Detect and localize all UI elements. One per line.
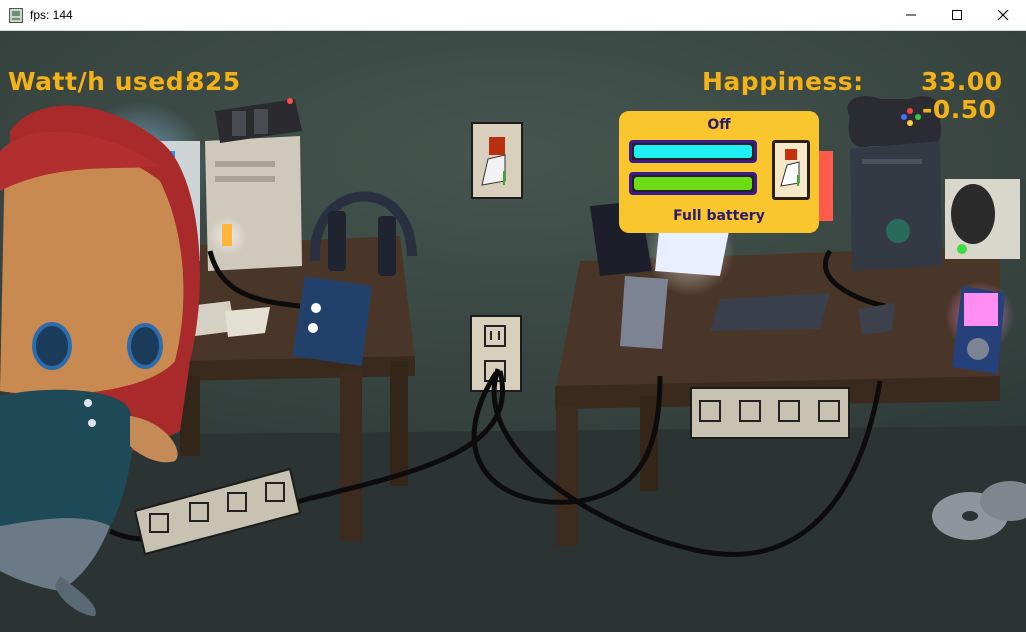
pc-tower[interactable] — [205, 136, 302, 271]
battery-status: Full battery — [673, 208, 765, 224]
speaker[interactable] — [945, 179, 1020, 259]
watt-label: Watt/h used: — [8, 67, 195, 96]
app-icon — [9, 8, 23, 23]
minimize-button[interactable] — [888, 0, 934, 30]
switch-toggle-icon — [780, 149, 800, 187]
wall-light-switch[interactable] — [471, 122, 523, 199]
minimize-icon — [906, 14, 916, 16]
title-bar[interactable]: fps: 144 — [0, 0, 1026, 31]
game-scene[interactable]: Watt/h used: 825 Happiness: 33.00 -0.50 — [0, 31, 1026, 632]
game-window: fps: 144 Watt/h used: 825 Happiness: 33.… — [0, 0, 1026, 632]
battery-bar-2 — [629, 172, 757, 195]
window-title: fps: 144 — [30, 8, 73, 22]
maximize-icon — [952, 10, 962, 20]
happiness-value: 33.00 — [921, 67, 1003, 96]
happiness-delta: -0.50 — [922, 95, 997, 124]
close-icon — [997, 9, 1009, 21]
watt-value: 825 — [187, 67, 241, 96]
device-status: Off — [707, 117, 731, 133]
close-button[interactable] — [980, 0, 1026, 30]
cassette-player[interactable] — [292, 276, 372, 366]
battery-bar-2-fill — [634, 177, 752, 190]
battery-bar-1-fill — [634, 145, 752, 158]
happiness-label: Happiness: — [702, 67, 864, 96]
power-strip-desk[interactable] — [690, 387, 850, 439]
maximize-button[interactable] — [934, 0, 980, 30]
device-power-switch[interactable] — [772, 140, 810, 200]
pc-tower-right[interactable] — [850, 141, 942, 271]
computer-keyboard[interactable] — [710, 293, 830, 331]
tablet[interactable] — [620, 276, 668, 349]
device-popup[interactable]: Off Full battery — [619, 111, 819, 233]
battery-bar-1 — [629, 140, 757, 163]
